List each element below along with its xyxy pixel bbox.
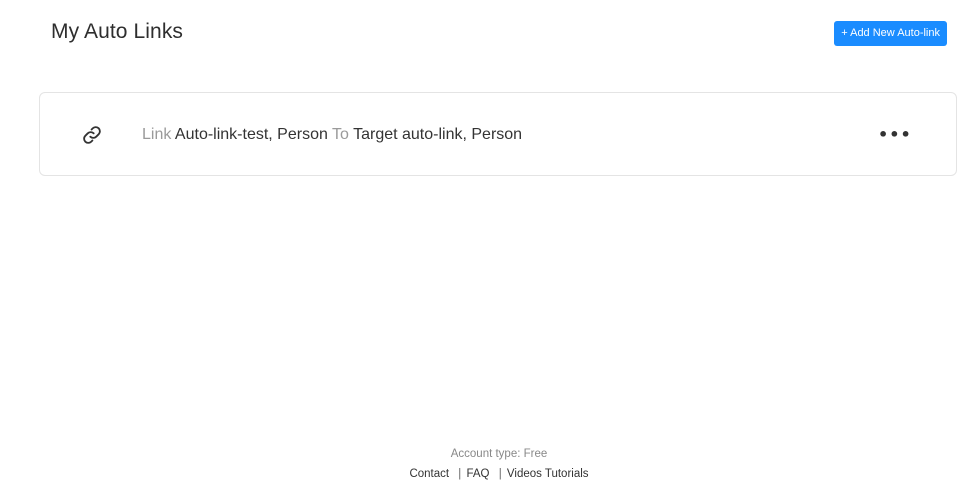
add-new-auto-link-button[interactable]: + Add New Auto-link	[834, 21, 947, 46]
auto-link-description: Link Auto-link-test, Person To Target au…	[142, 124, 522, 146]
footer-separator: |	[458, 468, 462, 480]
page: My Auto Links + Add New Auto-link Link A…	[0, 0, 960, 500]
link-icon	[82, 125, 102, 145]
more-options-button[interactable]: •••	[878, 125, 911, 145]
footer-links: Contact | FAQ | Videos Tutorials	[38, 466, 960, 482]
account-type: Account type: Free	[450, 448, 548, 460]
footer-link-videos-tutorials[interactable]: Videos Tutorials	[507, 468, 589, 480]
footer-separator: |	[498, 468, 502, 480]
link-source: Auto-link-test, Person	[174, 126, 328, 143]
to-word: To	[332, 126, 349, 143]
footer: Account type: Free Contact | FAQ | Video…	[0, 446, 960, 482]
link-word: Link	[142, 126, 172, 143]
link-target: Target auto-link, Person	[353, 126, 523, 143]
auto-link-card[interactable]: Link Auto-link-test, Person To Target au…	[39, 92, 957, 176]
footer-link-contact[interactable]: Contact	[409, 468, 449, 480]
footer-link-faq[interactable]: FAQ	[467, 468, 490, 480]
page-title: My Auto Links	[51, 20, 184, 43]
